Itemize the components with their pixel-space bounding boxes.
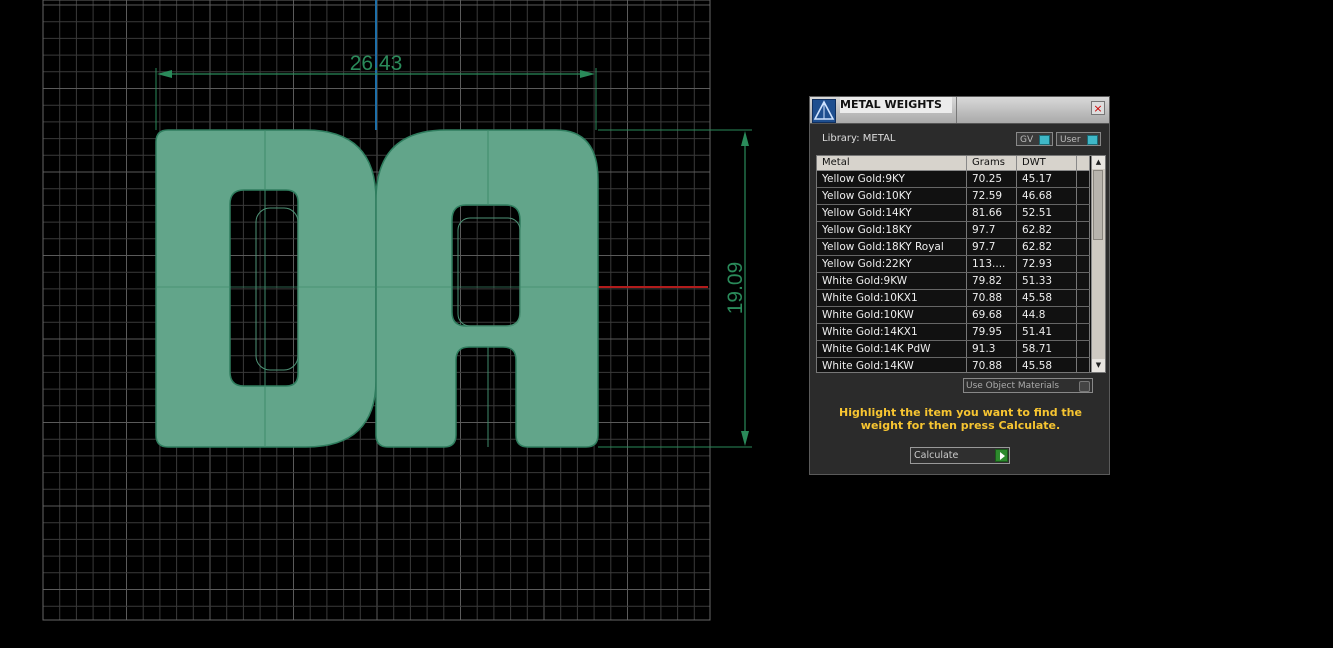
app-logo-icon: [812, 99, 836, 123]
extra-cell: [1077, 307, 1090, 323]
dwt-cell: 44.8: [1017, 307, 1077, 323]
library-label: Library: METAL: [822, 133, 896, 144]
table-body: Yellow Gold:9KY 70.25 45.17 Yellow Gold:10K…: [817, 171, 1090, 372]
calculate-label: Calculate: [914, 450, 959, 461]
metal-table[interactable]: Metal Grams DWT Yellow Gold:9KY 70.25 45.1…: [816, 155, 1106, 373]
dialog-titlebar[interactable]: METAL WEIGHTS ×: [810, 97, 1109, 124]
gv-toggle[interactable]: GV: [1016, 132, 1053, 146]
table-row[interactable]: White Gold:10KW 69.68 44.8: [817, 307, 1090, 324]
use-object-materials-toggle[interactable]: Use Object Materials: [963, 378, 1093, 393]
dwt-cell: 52.51: [1017, 205, 1077, 221]
grams-cell: 97.7: [967, 222, 1017, 238]
grams-cell: 70.25: [967, 171, 1017, 187]
table-row[interactable]: Yellow Gold:22KY 113.... 72.93: [817, 256, 1090, 273]
column-header-grams[interactable]: Grams: [967, 156, 1017, 170]
gv-toggle-label: GV: [1020, 135, 1034, 145]
dwt-cell: 46.68: [1017, 188, 1077, 204]
dwt-cell: 58.71: [1017, 341, 1077, 357]
table-row[interactable]: Yellow Gold:9KY 70.25 45.17: [817, 171, 1090, 188]
extra-cell: [1077, 273, 1090, 289]
toggle-indicator-icon: [1079, 381, 1090, 392]
extra-cell: [1077, 341, 1090, 357]
metal-cell: Yellow Gold:18KY: [817, 222, 967, 238]
dwt-cell: 45.58: [1017, 290, 1077, 306]
titlebar-divider: [956, 97, 957, 123]
viewport[interactable]: 26.43 19.09: [0, 0, 760, 648]
metal-cell: Yellow Gold:22KY: [817, 256, 967, 272]
grams-cell: 97.7: [967, 239, 1017, 255]
width-dimension-label: 26.43: [350, 52, 403, 75]
metal-cell: Yellow Gold:10KY: [817, 188, 967, 204]
extra-cell: [1077, 205, 1090, 221]
user-toggle[interactable]: User: [1056, 132, 1101, 146]
metal-cell: White Gold:9KW: [817, 273, 967, 289]
metal-cell: White Gold:10KW: [817, 307, 967, 323]
column-header-metal[interactable]: Metal: [817, 156, 967, 170]
metal-cell: Yellow Gold:18KY Royal: [817, 239, 967, 255]
dwt-cell: 51.41: [1017, 324, 1077, 340]
play-arrow-icon: [995, 449, 1008, 462]
use-object-materials-label: Use Object Materials: [966, 381, 1060, 391]
extra-cell: [1077, 222, 1090, 238]
height-dimension-label: 19.09: [724, 262, 747, 315]
grams-cell: 81.66: [967, 205, 1017, 221]
calculate-button[interactable]: Calculate: [910, 447, 1010, 464]
grams-cell: 113....: [967, 256, 1017, 272]
extra-cell: [1077, 239, 1090, 255]
dwt-cell: 62.82: [1017, 222, 1077, 238]
extra-cell: [1077, 358, 1090, 372]
table-row[interactable]: Yellow Gold:18KY 97.7 62.82: [817, 222, 1090, 239]
dwt-cell: 62.82: [1017, 239, 1077, 255]
extra-cell: [1077, 171, 1090, 187]
dialog-title: METAL WEIGHTS: [840, 97, 952, 113]
table-row[interactable]: White Gold:14KW 70.88 45.58: [817, 358, 1090, 372]
metal-cell: White Gold:14KX1: [817, 324, 967, 340]
grams-cell: 70.88: [967, 290, 1017, 306]
extra-cell: [1077, 324, 1090, 340]
table-row[interactable]: Yellow Gold:14KY 81.66 52.51: [817, 205, 1090, 222]
table-row[interactable]: White Gold:14KX1 79.95 51.41: [817, 324, 1090, 341]
metal-weights-dialog: METAL WEIGHTS × Library: METAL GV User M…: [809, 96, 1110, 475]
grams-cell: 69.68: [967, 307, 1017, 323]
extra-cell: [1077, 188, 1090, 204]
user-toggle-label: User: [1060, 135, 1081, 145]
scroll-up-icon[interactable]: ▲: [1092, 156, 1105, 169]
table-row[interactable]: Yellow Gold:18KY Royal 97.7 62.82: [817, 239, 1090, 256]
grams-cell: 72.59: [967, 188, 1017, 204]
table-row[interactable]: White Gold:9KW 79.82 51.33: [817, 273, 1090, 290]
table-scrollbar[interactable]: ▲ ▼: [1091, 156, 1105, 372]
scroll-thumb[interactable]: [1093, 170, 1103, 240]
extra-cell: [1077, 256, 1090, 272]
table-row[interactable]: Yellow Gold:10KY 72.59 46.68: [817, 188, 1090, 205]
metal-cell: Yellow Gold:9KY: [817, 171, 967, 187]
metal-cell: Yellow Gold:14KY: [817, 205, 967, 221]
table-row[interactable]: White Gold:14K PdW 91.3 58.71: [817, 341, 1090, 358]
viewport-canvas[interactable]: 26.43 19.09: [0, 0, 760, 648]
table-row[interactable]: White Gold:10KX1 70.88 45.58: [817, 290, 1090, 307]
dwt-cell: 45.17: [1017, 171, 1077, 187]
toggle-indicator-icon: [1039, 135, 1050, 145]
dwt-cell: 51.33: [1017, 273, 1077, 289]
metal-cell: White Gold:10KX1: [817, 290, 967, 306]
scroll-down-icon[interactable]: ▼: [1092, 359, 1105, 372]
table-header: Metal Grams DWT: [817, 156, 1090, 171]
grams-cell: 79.82: [967, 273, 1017, 289]
metal-cell: White Gold:14KW: [817, 358, 967, 372]
column-header-extra: [1077, 156, 1090, 170]
grams-cell: 70.88: [967, 358, 1017, 372]
dwt-cell: 72.93: [1017, 256, 1077, 272]
column-header-dwt[interactable]: DWT: [1017, 156, 1077, 170]
extra-cell: [1077, 290, 1090, 306]
toggle-indicator-icon: [1087, 135, 1098, 145]
grams-cell: 79.95: [967, 324, 1017, 340]
close-icon[interactable]: ×: [1091, 101, 1105, 115]
grams-cell: 91.3: [967, 341, 1017, 357]
instruction-text: Highlight the item you want to find the …: [839, 406, 1082, 432]
dwt-cell: 45.58: [1017, 358, 1077, 372]
metal-cell: White Gold:14K PdW: [817, 341, 967, 357]
